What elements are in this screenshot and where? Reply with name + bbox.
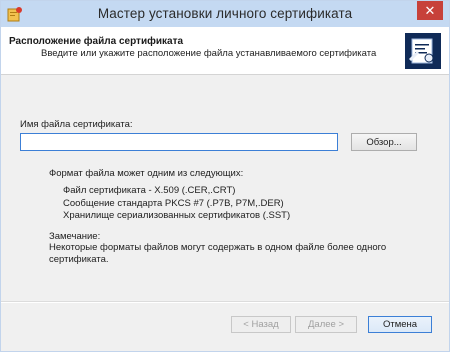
- format-item: Хранилище сериализованных сертификатов (…: [63, 210, 291, 221]
- formats-list: Файл сертификата - X.509 (.CER,.CRT) Соо…: [63, 185, 290, 223]
- page-title: Расположение файла сертификата: [9, 36, 184, 47]
- page-subtitle: Введите или укажите расположение файла у…: [41, 48, 377, 59]
- close-button[interactable]: ✕: [417, 1, 443, 20]
- certificate-file-input[interactable]: [20, 133, 338, 151]
- format-item: Файл сертификата - X.509 (.CER,.CRT): [63, 185, 236, 196]
- browse-button[interactable]: Обзор...: [351, 133, 417, 151]
- footer-divider-highlight: [1, 302, 449, 303]
- certificate-document-icon: [405, 33, 441, 69]
- note-label: Замечание:: [49, 231, 101, 242]
- title-bar[interactable]: Мастер установки личного сертификата ✕: [1, 1, 449, 27]
- cancel-button[interactable]: Отмена: [368, 316, 432, 333]
- wizard-window: Мастер установки личного сертификата ✕ Р…: [0, 0, 450, 352]
- format-item: Сообщение стандарта PKCS #7 (.P7B, P7M,.…: [63, 197, 284, 209]
- back-button[interactable]: < Назад: [231, 316, 291, 333]
- wizard-header: Расположение файла сертификата Введите и…: [1, 27, 449, 75]
- formats-heading: Формат файла может одним из следующих:: [49, 168, 244, 179]
- window-title: Мастер установки личного сертификата: [97, 6, 353, 21]
- next-button[interactable]: Далее >: [295, 316, 357, 333]
- note-text: Некоторые форматы файлов могут содержать…: [49, 242, 387, 265]
- file-name-label: Имя файла сертификата:: [20, 119, 133, 130]
